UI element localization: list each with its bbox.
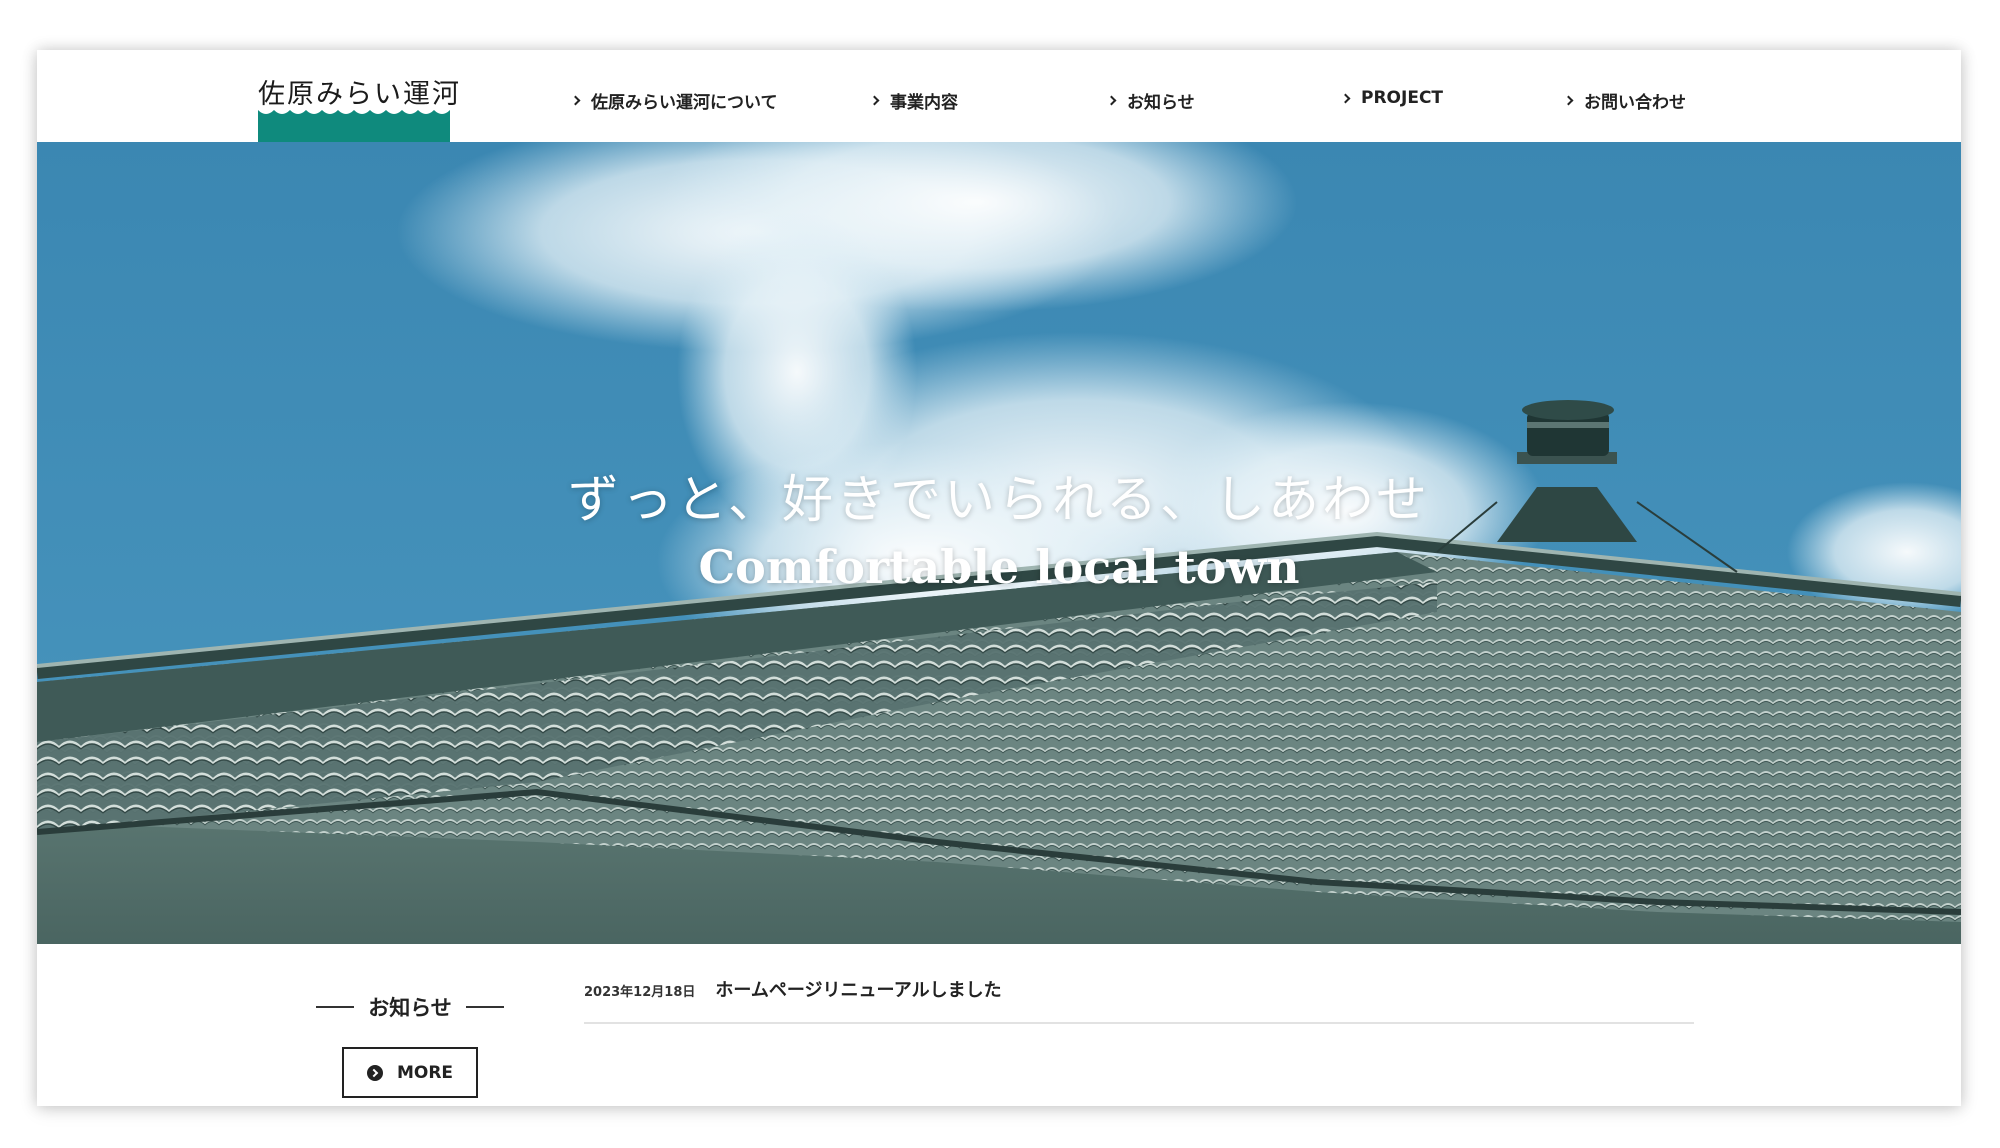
chevron-right-icon [570, 95, 581, 106]
nav-item-label: お問い合わせ [1584, 93, 1686, 113]
nav-item-project[interactable]: PROJECT [1340, 88, 1444, 108]
news-date: 2023年12月18日 [584, 985, 696, 1000]
chevron-right-icon [1106, 95, 1117, 106]
nav-item-label: 事業内容 [890, 93, 958, 113]
news-heading-label: お知らせ [368, 996, 452, 1020]
nav-item-label: 佐原みらい運河について [591, 93, 778, 113]
nav-item-business[interactable]: 事業内容 [869, 88, 958, 113]
news-item[interactable]: 2023年12月18日 ホームページリニューアルしました [584, 976, 1694, 1024]
chevron-right-icon [1563, 95, 1574, 106]
news-title[interactable]: ホームページリニューアルしました [715, 976, 1001, 1002]
chevron-right-icon [869, 95, 880, 106]
news-list: 2023年12月18日 ホームページリニューアルしました [584, 976, 1694, 1024]
heading-dash [465, 1006, 504, 1008]
nav-item-label: お知らせ [1127, 93, 1195, 113]
heading-dash [316, 1006, 355, 1008]
nav-item-news[interactable]: お知らせ [1106, 88, 1195, 113]
hero-section: ずっと、好きでいられる、しあわせ Comfortable local town [37, 142, 1961, 944]
hero-tagline-jp: ずっと、好きでいられる、しあわせ [568, 471, 1430, 530]
more-button-label: MORE [396, 1062, 454, 1083]
more-button[interactable]: MORE [342, 1047, 478, 1098]
news-heading: お知らせ [305, 992, 515, 1022]
arrow-circle-icon [366, 1064, 383, 1081]
nav-item-contact[interactable]: お問い合わせ [1563, 88, 1686, 113]
chevron-right-icon [1340, 93, 1351, 103]
hero-copy: ずっと、好きでいられる、しあわせ Comfortable local town [37, 467, 1961, 597]
nav-item-about[interactable]: 佐原みらい運河について [570, 88, 778, 113]
hero-tagline-en: Comfortable local town [698, 540, 1300, 594]
browser-viewport: 佐原みらい運河 佐原みらい運河について 事業内容 お知らせ PROJECT お問… [37, 50, 1961, 1106]
news-section: お知らせ MORE 2023年12月18日 ホームページリニューアルしました [37, 944, 1961, 1106]
nav-item-label: PROJECT [1361, 88, 1444, 108]
main-nav: 佐原みらい運河について 事業内容 お知らせ PROJECT お問い合わせ [37, 50, 1961, 142]
site-header: 佐原みらい運河 佐原みらい運河について 事業内容 お知らせ PROJECT お問… [37, 50, 1961, 142]
